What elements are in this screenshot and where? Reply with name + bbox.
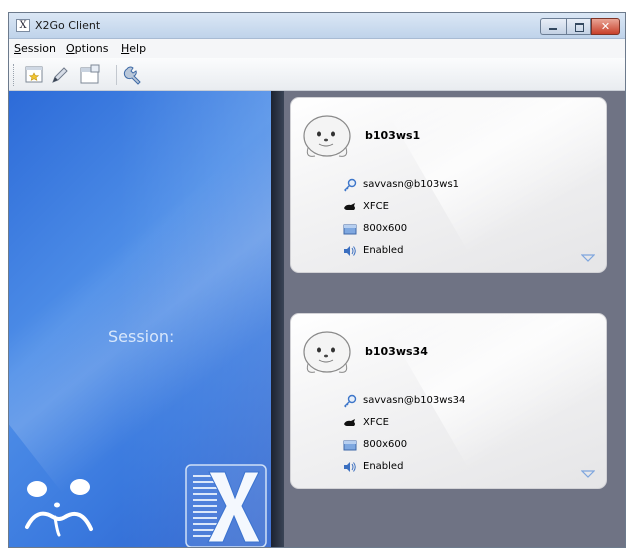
edit-session-icon	[52, 67, 68, 83]
menu-options[interactable]: Options	[66, 42, 108, 55]
seal-face-logo	[25, 479, 93, 537]
session-card[interactable]: b103ws34 savvasn@b103ws34 XFCE 800x600 E…	[290, 313, 607, 489]
seal-avatar-icon	[303, 331, 351, 373]
session-sound: Enabled	[363, 461, 404, 472]
toolbar	[9, 58, 625, 91]
new-session-button[interactable]	[23, 64, 45, 86]
menu-session[interactable]: Session	[14, 42, 56, 55]
session-sidebar: Session:	[9, 91, 273, 547]
minimize-button[interactable]	[540, 18, 566, 35]
sound-icon	[344, 462, 356, 472]
display-icon	[343, 440, 357, 451]
session-login: savvasn@b103ws1	[363, 179, 460, 190]
panel-divider[interactable]	[271, 91, 284, 547]
session-label: Session:	[108, 327, 175, 346]
title-bar[interactable]: X X2Go Client ✕	[9, 13, 625, 39]
key-icon	[344, 394, 357, 408]
app-window: X X2Go Client ✕ Session Options Help Ses…	[8, 12, 626, 548]
session-desktop: XFCE	[363, 201, 389, 212]
seal-avatar-icon	[303, 115, 351, 157]
settings-button[interactable]	[122, 64, 144, 86]
xfce-mouse-icon	[344, 419, 355, 426]
maximize-button[interactable]	[566, 18, 591, 35]
close-button[interactable]: ✕	[591, 18, 620, 35]
edit-session-button[interactable]	[49, 64, 71, 86]
menu-help[interactable]: Help	[121, 42, 146, 55]
expand-arrow-icon[interactable]	[581, 254, 595, 262]
xfce-mouse-icon	[344, 203, 355, 210]
session-name: b103ws1	[365, 129, 421, 142]
key-icon	[344, 178, 357, 192]
x2go-app-icon: X	[16, 19, 30, 32]
sound-icon	[344, 246, 356, 256]
display-icon	[343, 224, 357, 235]
new-session-icon	[25, 66, 43, 83]
session-resolution: 800x600	[363, 223, 408, 234]
maximize-icon	[575, 23, 584, 32]
toolbar-separator	[116, 65, 117, 85]
settings-wrench-icon	[123, 66, 141, 85]
sessions-panel: b103ws1 savvasn@b103ws1 XFCE 800x600 Ena…	[284, 91, 625, 547]
expand-arrow-icon[interactable]	[581, 470, 595, 478]
session-manager-button[interactable]	[79, 64, 101, 86]
session-login: savvasn@b103ws34	[363, 395, 466, 406]
session-name: b103ws34	[365, 345, 428, 358]
session-resolution: 800x600	[363, 439, 408, 450]
x2go-logo	[185, 464, 267, 547]
session-desktop: XFCE	[363, 417, 389, 428]
close-icon: ✕	[600, 20, 611, 33]
session-card[interactable]: b103ws1 savvasn@b103ws1 XFCE 800x600 Ena…	[290, 97, 607, 273]
window-title: X2Go Client	[35, 19, 101, 32]
menu-bar: Session Options Help	[9, 39, 625, 58]
session-sound: Enabled	[363, 245, 404, 256]
session-manager-icon	[80, 64, 100, 84]
minimize-icon	[549, 28, 557, 30]
toolbar-grip[interactable]	[13, 64, 16, 86]
